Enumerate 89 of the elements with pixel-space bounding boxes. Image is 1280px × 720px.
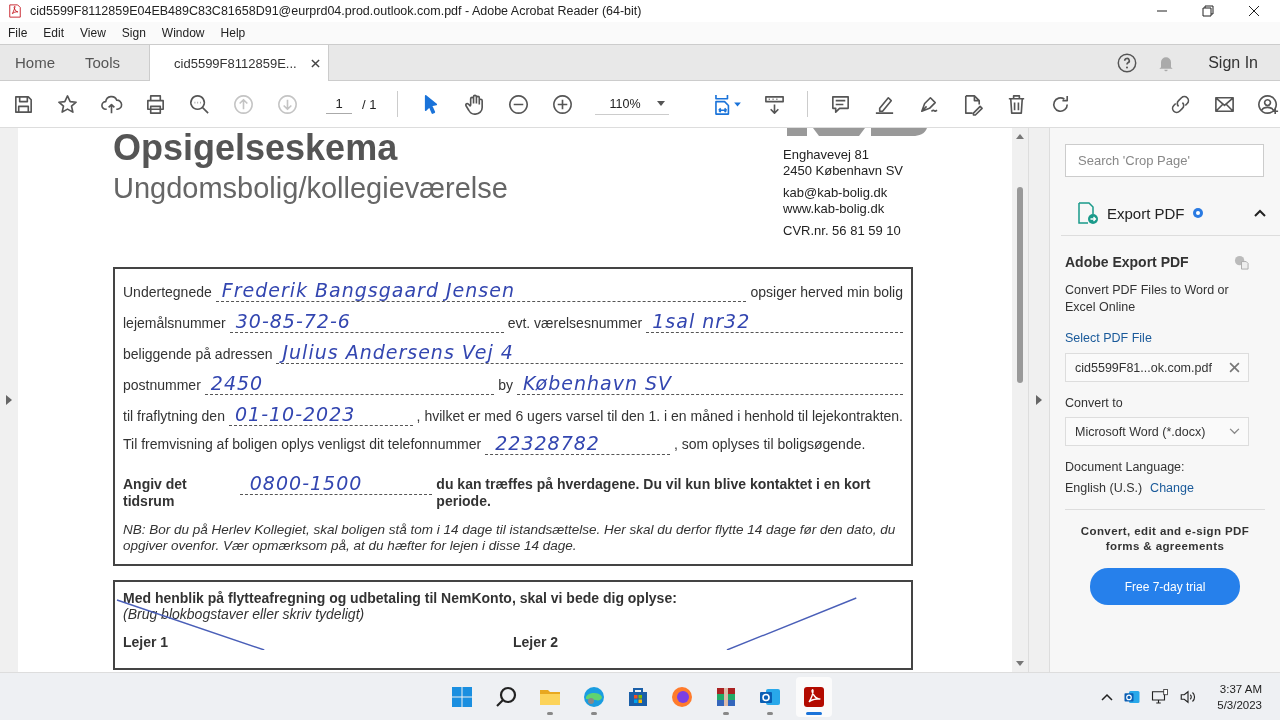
chevron-up-icon[interactable] — [1101, 692, 1114, 701]
pdf-file-icon — [8, 4, 22, 18]
add-user-icon[interactable] — [1257, 92, 1280, 116]
clock-date[interactable]: 5/3/2023 — [1217, 696, 1262, 713]
chevron-down-icon — [1229, 428, 1240, 435]
scroll-down-icon[interactable] — [1016, 661, 1024, 666]
globe-document-icon — [1234, 254, 1249, 270]
page-number-field[interactable]: 1 — [326, 94, 352, 114]
export-document-icon — [1075, 201, 1099, 225]
form-label: postnummer — [123, 377, 201, 395]
column-heading: Lejer 1 — [123, 634, 170, 650]
cvr-number: CVR.nr. 56 81 59 10 — [783, 223, 902, 239]
scrollbar-thumb[interactable] — [1017, 187, 1023, 383]
scroll-up-icon[interactable] — [1016, 134, 1024, 139]
note-text: NB: Bor du på Herlev Kollegiet, skal boligen stå tom i 14 dage til istandsættelse. Her skal du derfor flytte 14 dage før den dato, du opgiver ovenfor. Vær opmærksom på, at du hæfter for lejen i disse 14 dage. — [123, 522, 897, 555]
field-label: Document Language: — [1065, 460, 1186, 474]
contact-line: kab@kab-bolig.dk — [783, 185, 889, 201]
chevron-up-icon[interactable] — [1254, 209, 1266, 217]
close-icon[interactable] — [311, 58, 321, 68]
fill-in-line: Frederik Bangsgaard Jensen — [215, 279, 747, 302]
magnifier-icon[interactable] — [188, 92, 211, 116]
menu-item[interactable]: Sign — [121, 26, 146, 40]
menu-item[interactable]: File — [8, 26, 28, 40]
column-heading: Lejer 2 — [513, 634, 560, 650]
language-value: English (U.S.) — [1065, 481, 1143, 495]
fill-in-line: 0800-1500 — [239, 472, 433, 495]
change-link[interactable]: Change — [1150, 481, 1194, 495]
contact-line: www.kab-bolig.dk — [783, 201, 886, 217]
tab[interactable]: Tools — [70, 45, 136, 80]
form-label: , hvilket er med 6 ugers varsel til den 1. i en måned i henhold til lejekontrakten. — [416, 408, 903, 426]
section-hint: (Brug blokbogstaver eller skriv tydeligt) — [123, 606, 366, 622]
network-icon[interactable] — [1151, 687, 1170, 706]
star-icon[interactable] — [56, 92, 79, 116]
expand-arrow-icon[interactable] — [6, 395, 12, 405]
form-label: til fraflytning den — [123, 408, 225, 426]
fill-in-line: 01-10-2023 — [228, 403, 413, 426]
address-line: 2450 København SV — [783, 163, 904, 179]
form-label: by — [498, 377, 513, 395]
menu-item[interactable]: Window — [161, 26, 205, 40]
fill-in-line: 1sal nr32 — [646, 310, 903, 333]
zoom-out-icon[interactable] — [507, 92, 531, 116]
form-label: , som oplyses til boligsøgende. — [673, 436, 866, 454]
form-label: Angiv det tidsrum — [123, 476, 188, 511]
panel-heading: Adobe Export PDF — [1065, 254, 1189, 270]
address-line: Enghavevej 81 — [783, 147, 870, 163]
fill-in-line: Julius Andersens Vej 4 — [276, 341, 903, 364]
badge-icon — [1192, 208, 1203, 218]
format-dropdown[interactable]: Microsoft Word (*.docx) — [1065, 417, 1249, 446]
sign-in-button[interactable]: Sign In — [1202, 51, 1264, 74]
export-pdf-header[interactable]: Export PDF — [1061, 195, 1280, 236]
panel-description: Convert PDF Files to Word or Excel Online — [1065, 282, 1230, 316]
zoom-dropdown[interactable]: 110% — [595, 93, 670, 115]
form-label: du kan træffes på hverdagene. Du vil kun blive kontaktet i en kort periode. — [436, 476, 872, 511]
document-subtitle: Ungdomsbolig/kollegieværelse — [113, 172, 508, 205]
section-heading: Med henblik på flytteafregning og udbetaling til NemKonto, skal vi bede dig oplyse: — [123, 590, 678, 606]
document-title: Opsigelseskema — [113, 130, 399, 166]
search-field[interactable]: Search 'Crop Page' — [1065, 144, 1264, 177]
fill-in-line: København SV — [516, 372, 903, 395]
help-icon[interactable] — [1116, 51, 1139, 74]
form-label: Undertegnede — [123, 284, 212, 302]
form-label: beliggende på adressen — [123, 346, 273, 364]
clock-time[interactable]: 3:37 AM — [1219, 680, 1262, 697]
promo-text: Convert, edit and e-sign PDF forms & agreements — [1079, 524, 1251, 554]
close-icon[interactable] — [1248, 5, 1260, 17]
caret-icon[interactable] — [657, 101, 666, 106]
field-label: Convert to — [1065, 396, 1124, 410]
tab[interactable]: Home — [0, 45, 70, 80]
page-total: / 1 — [362, 96, 377, 112]
window-title: cid5599F8112859E04EB489C83C81658D91@eurprd04.prod.outlook.com.pdf - Adobe Acrobat Reader (64-bit) — [30, 4, 642, 18]
tab[interactable]: cid5599F8112859E... — [149, 45, 330, 81]
file-field[interactable]: cid5599F81...ok.com.pdf — [1065, 353, 1249, 382]
menu-item[interactable]: Help — [220, 26, 246, 40]
form-label: Til fremvisning af boligen oplys venligst dit telefonnummer — [123, 436, 482, 454]
fill-in-line: 30-85-72-6 — [229, 310, 504, 333]
select-file-link[interactable]: Select PDF File — [1065, 331, 1265, 345]
form-label: opsiger herved min bolig — [750, 284, 903, 302]
document-app-icon[interactable] — [796, 676, 832, 717]
menu-item[interactable]: Edit — [43, 26, 65, 40]
printer-icon[interactable] — [144, 92, 167, 116]
form-label: evt. værelsesnummer — [507, 315, 643, 333]
restore-icon[interactable] — [1202, 5, 1214, 17]
form-label: lejemålsnummer — [123, 315, 226, 333]
zoom-in-icon[interactable] — [551, 92, 575, 116]
collapse-arrow-icon[interactable] — [1036, 395, 1042, 405]
clear-icon[interactable] — [1229, 362, 1240, 373]
menu-item[interactable]: View — [80, 26, 106, 40]
fill-in-line: 2450 — [204, 372, 495, 395]
fill-in-line: 22328782 — [485, 432, 670, 455]
trial-button[interactable]: Free 7-day trial — [1090, 568, 1240, 605]
